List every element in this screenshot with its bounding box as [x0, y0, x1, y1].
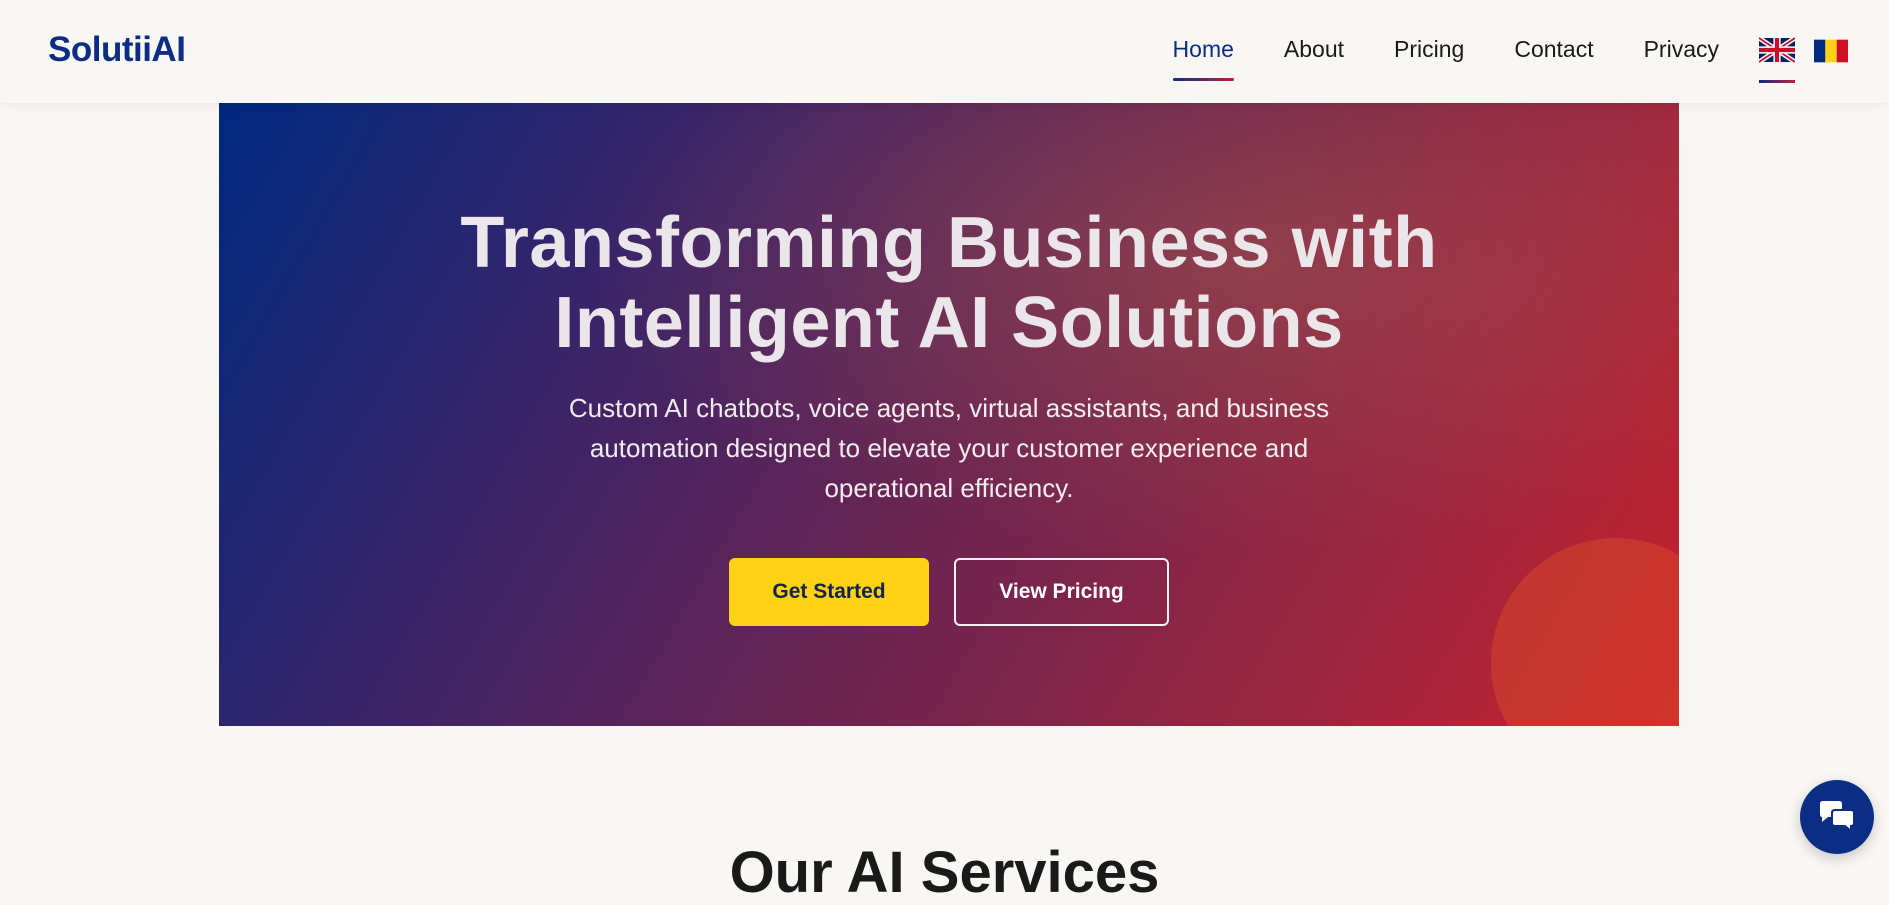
chat-bubbles-icon	[1820, 801, 1855, 834]
nav-link-about[interactable]: About	[1284, 36, 1344, 81]
hero-title-line-1: Transforming Business with	[460, 203, 1438, 283]
nav-link-privacy[interactable]: Privacy	[1644, 36, 1719, 81]
hero-title-line-2: Intelligent AI Solutions	[554, 283, 1344, 363]
top-navbar: SolutiiAI Home About Pricing Contact Pri…	[0, 0, 1889, 103]
romania-flag-icon[interactable]	[1814, 38, 1848, 64]
nav-link-contact[interactable]: Contact	[1514, 36, 1593, 81]
hero-title: Transforming Business with Intelligent A…	[219, 203, 1679, 363]
brand-logo[interactable]: SolutiiAI	[48, 30, 186, 70]
hero-subtitle: Custom AI chatbots, voice agents, virtua…	[568, 393, 1330, 503]
view-pricing-button[interactable]: View Pricing	[954, 558, 1169, 626]
services-section-title: Our AI Services	[729, 840, 1160, 905]
main-nav: Home About Pricing Contact Privacy	[1172, 36, 1719, 81]
get-started-button[interactable]: Get Started	[729, 558, 929, 626]
nav-link-pricing[interactable]: Pricing	[1394, 36, 1464, 81]
uk-flag-icon[interactable]	[1757, 36, 1797, 83]
nav-link-home[interactable]: Home	[1172, 36, 1235, 81]
chat-widget-button[interactable]	[1800, 780, 1874, 854]
hero-section: Transforming Business with Intelligent A…	[219, 103, 1679, 726]
